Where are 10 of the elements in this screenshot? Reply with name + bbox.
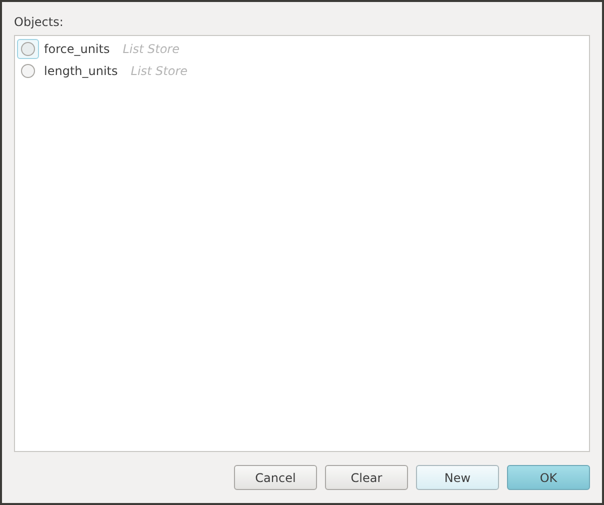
objects-label: Objects: [14, 14, 64, 30]
dialog-button[interactable]: New [416, 465, 499, 490]
dialog-button[interactable]: Clear [325, 465, 408, 490]
radio-button[interactable] [17, 39, 39, 59]
object-name: length_units [44, 63, 118, 80]
object-name: force_units [44, 41, 110, 58]
object-type: List Store [122, 41, 180, 58]
dialog-button[interactable]: Cancel [234, 465, 317, 490]
dialog-button[interactable]: OK [507, 465, 590, 490]
object-type: List Store [130, 63, 188, 80]
